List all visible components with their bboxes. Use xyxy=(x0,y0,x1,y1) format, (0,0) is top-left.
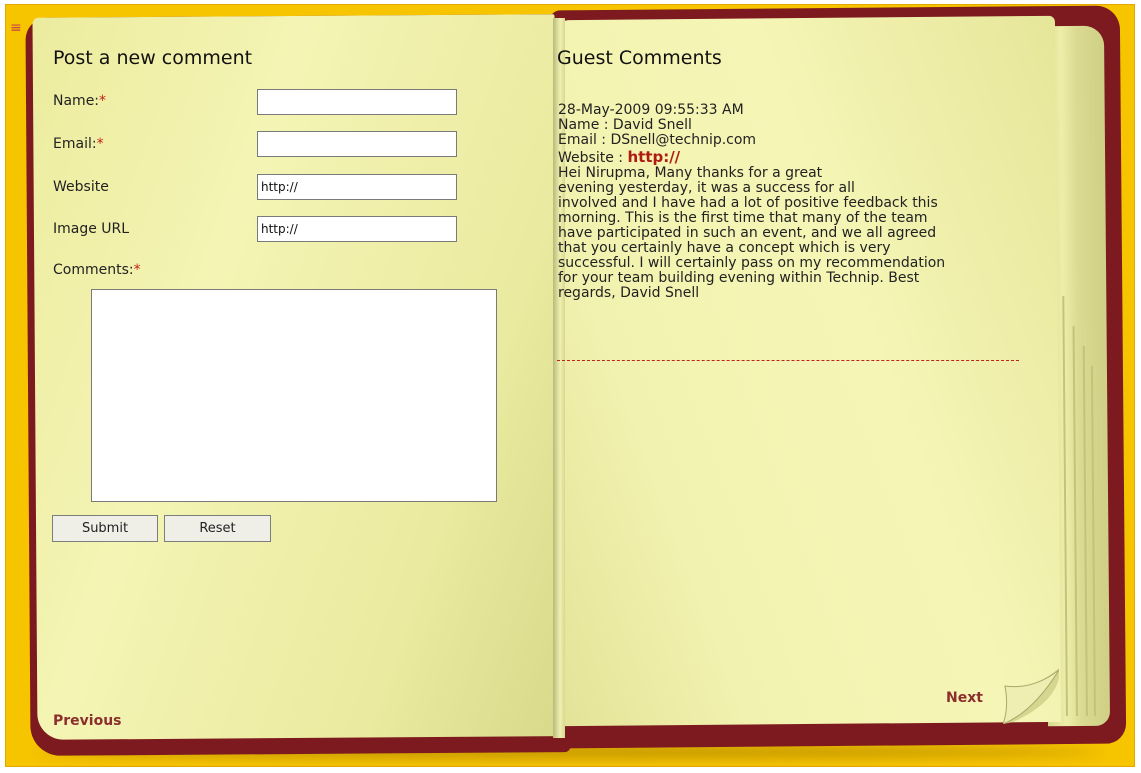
comments-textarea[interactable] xyxy=(91,289,497,502)
comment-body-line: that you certainly have a concept which … xyxy=(558,240,891,256)
website-field-label: Website : xyxy=(558,150,628,166)
comment-author: Name : David Snell xyxy=(558,117,692,133)
reset-button[interactable]: Reset xyxy=(164,515,271,542)
submit-button[interactable]: Submit xyxy=(52,515,158,542)
comment-body-line: evening yesterday, it was a success for … xyxy=(558,180,855,196)
comment-body-line: Hei Nirupma, Many thanks for a great xyxy=(558,165,823,181)
required-marker: * xyxy=(99,93,107,109)
book-content: Post a new comment Name:* Email:* Websit… xyxy=(0,0,1141,773)
guest-comments-title: Guest Comments xyxy=(557,47,722,69)
image-url-input[interactable] xyxy=(257,216,457,242)
comment-body-line: regards, David Snell xyxy=(558,285,700,301)
comments-label: Comments:* xyxy=(53,262,141,278)
page-curl-icon[interactable] xyxy=(1003,668,1059,724)
previous-link[interactable]: Previous xyxy=(53,713,122,729)
comment-separator xyxy=(557,360,1019,361)
comment-entry: 28-May-2009 09:55:33 AM Name : David Sne… xyxy=(558,103,1028,301)
image-url-label: Image URL xyxy=(53,221,130,237)
website-input[interactable] xyxy=(257,174,457,200)
comment-body-line: successful. I will certainly pass on my … xyxy=(558,255,946,271)
name-input[interactable] xyxy=(257,89,457,115)
email-label-text: Email: xyxy=(53,136,97,152)
email-input[interactable] xyxy=(257,131,457,157)
website-label: Website xyxy=(53,179,109,195)
required-marker: * xyxy=(133,262,141,278)
comment-body-line: have participated in such an event, and … xyxy=(558,225,937,241)
comment-body-line: morning. This is the first time that man… xyxy=(558,210,928,226)
comment-email: Email : DSnell@technip.com xyxy=(558,132,757,148)
comments-label-text: Comments: xyxy=(53,262,134,278)
website-link[interactable]: http:// xyxy=(627,148,680,166)
comment-body-line: for your team building evening within Te… xyxy=(558,270,920,286)
form-title: Post a new comment xyxy=(53,47,253,69)
name-label-text: Name: xyxy=(53,93,100,109)
comment-timestamp: 28-May-2009 09:55:33 AM xyxy=(558,102,744,118)
comment-body-line: involved and I have had a lot of positiv… xyxy=(558,195,938,211)
email-label: Email:* xyxy=(53,136,104,152)
next-link[interactable]: Next xyxy=(946,690,983,706)
comment-website: Website : http:// xyxy=(558,150,1028,166)
name-label: Name:* xyxy=(53,93,106,109)
required-marker: * xyxy=(96,136,104,152)
